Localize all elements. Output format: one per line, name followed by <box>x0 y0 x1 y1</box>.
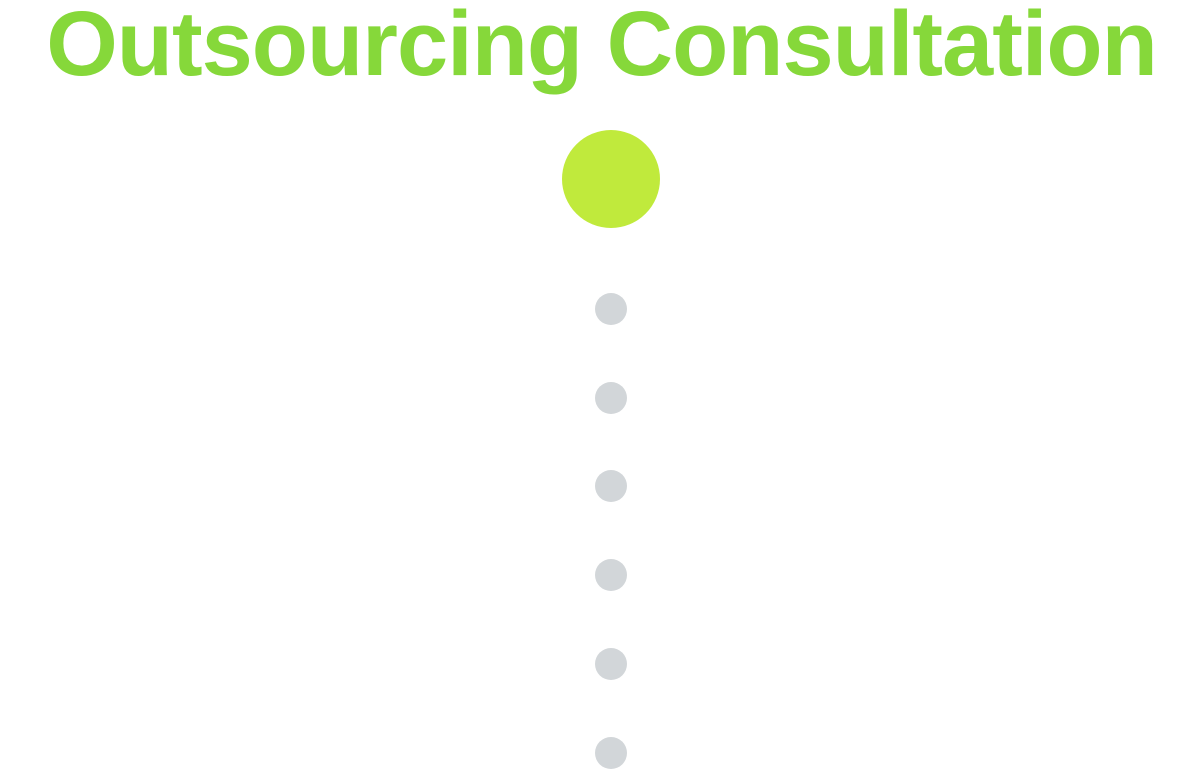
step-dot-4[interactable] <box>595 470 627 502</box>
step-navigation <box>0 0 1203 769</box>
page: { "header": { "title": "Outsourcing Cons… <box>0 0 1203 769</box>
step-dot-6[interactable] <box>595 648 627 680</box>
step-dot-7[interactable] <box>595 737 627 769</box>
step-dot-active[interactable] <box>562 130 660 228</box>
step-dot-5[interactable] <box>595 559 627 591</box>
step-dot-3[interactable] <box>595 382 627 414</box>
step-dot-2[interactable] <box>595 293 627 325</box>
